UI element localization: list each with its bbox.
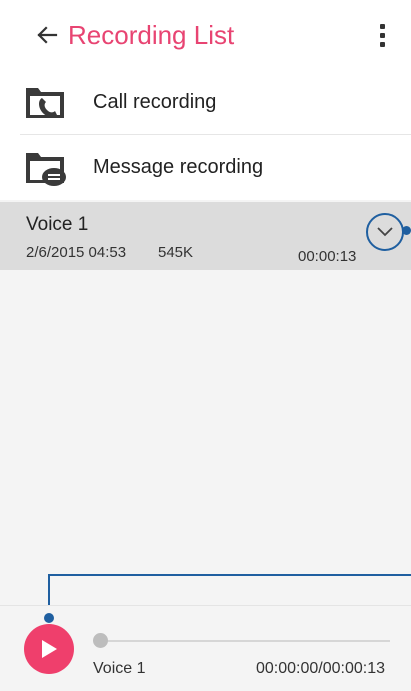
play-button[interactable] [24, 624, 74, 674]
folder-label: Call recording [93, 91, 217, 113]
call-folder-icon [26, 88, 64, 118]
chevron-down-icon [377, 227, 393, 237]
progress-track[interactable] [100, 640, 390, 642]
back-button[interactable] [32, 18, 62, 52]
recording-duration: 00:00:13 [298, 248, 357, 265]
folder-call-recording[interactable]: Call recording [0, 70, 411, 135]
annotation-marker [402, 226, 411, 235]
recorder-screen: Recording List Call recording Message re… [0, 0, 411, 691]
recording-size: 545K [158, 244, 194, 261]
recording-name: Voice 1 [26, 214, 89, 235]
folder-label: Message recording [93, 156, 264, 178]
message-folder-icon [26, 153, 66, 186]
app-bar: Recording List [0, 0, 411, 70]
arrow-left-icon [37, 26, 58, 44]
annotation-marker [44, 613, 54, 623]
player-time: 00:00:00/00:00:13 [256, 660, 386, 677]
recording-date: 2/6/2015 04:53 [26, 244, 127, 261]
play-icon [42, 640, 57, 658]
more-vertical-icon [379, 23, 385, 29]
more-options-button[interactable] [370, 18, 394, 52]
expand-button[interactable] [366, 213, 404, 251]
progress-thumb[interactable] [93, 633, 108, 648]
annotation-line [48, 574, 411, 576]
page-title: Recording List [68, 20, 235, 50]
player-recording-name: Voice 1 [93, 660, 146, 677]
recording-item-voice-1[interactable]: Voice 1 2/6/2015 04:53 545K 00:00:13 [0, 202, 411, 270]
folder-message-recording[interactable]: Message recording [0, 135, 411, 200]
